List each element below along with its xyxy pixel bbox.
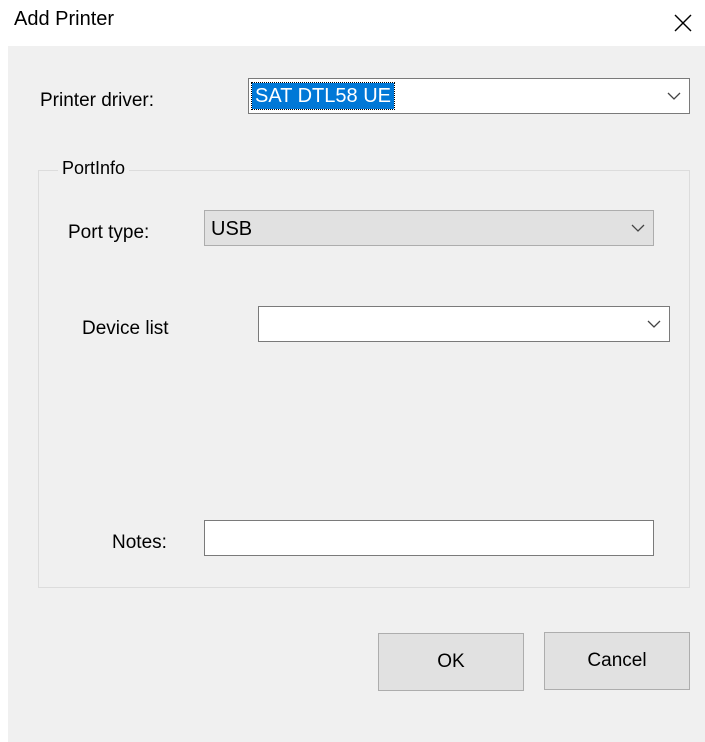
add-printer-dialog: Add Printer Printer driver: SAT DTL58 UE… [0,0,705,742]
printer-driver-value: SAT DTL58 UE [251,82,395,110]
port-type-value: USB [211,218,253,240]
notes-label: Notes: [112,532,167,553]
close-button[interactable] [660,0,705,46]
dialog-body: Printer driver: SAT DTL58 UE PortInfo Po… [8,46,705,742]
printer-driver-label: Printer driver: [40,90,155,111]
device-list-label: Device list [82,318,169,339]
port-type-label: Port type: [68,222,150,243]
port-info-group-title: PortInfo [58,158,130,179]
ok-button[interactable]: OK [378,633,524,691]
device-list-combobox[interactable] [258,306,670,342]
printer-driver-combobox[interactable]: SAT DTL58 UE [248,78,690,114]
notes-input[interactable] [204,520,654,556]
close-icon [674,14,691,32]
cancel-button[interactable]: Cancel [544,632,690,690]
chevron-down-icon [631,224,645,232]
window-title: Add Printer [14,8,115,30]
chevron-down-icon [647,320,661,328]
title-bar[interactable]: Add Printer [0,0,705,46]
chevron-down-icon [667,92,681,100]
port-type-combobox[interactable]: USB [204,210,654,246]
